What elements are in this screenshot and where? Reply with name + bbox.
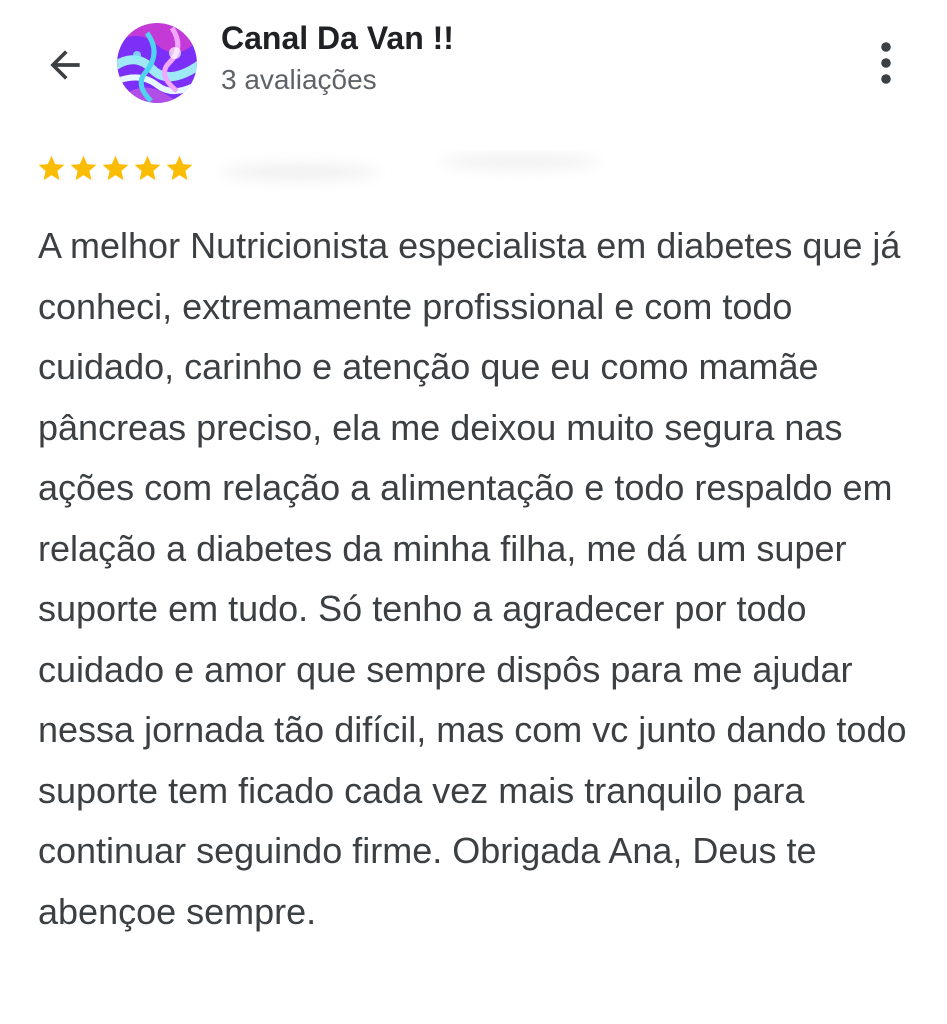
review-count: 3 avaliações xyxy=(221,64,377,95)
avatar-image xyxy=(117,23,197,103)
star-icon xyxy=(38,155,65,180)
back-button[interactable] xyxy=(40,40,90,90)
reviewer-name[interactable]: Canal Da Van !! xyxy=(221,20,454,57)
star-rating xyxy=(36,148,195,188)
star-icon xyxy=(134,155,161,180)
star-icon xyxy=(102,155,129,180)
avatar[interactable] xyxy=(117,23,197,103)
more-options-button[interactable] xyxy=(866,38,906,88)
stars xyxy=(36,153,195,184)
review-header: Canal Da Van !! 3 avaliações xyxy=(0,0,947,130)
blurred-date xyxy=(220,155,600,180)
review-text: A melhor Nutricionista especialista em d… xyxy=(38,225,907,932)
star-icon xyxy=(166,155,193,180)
more-vert-icon xyxy=(881,42,891,84)
star-icon xyxy=(70,155,97,180)
arrow-back-icon xyxy=(50,50,80,80)
